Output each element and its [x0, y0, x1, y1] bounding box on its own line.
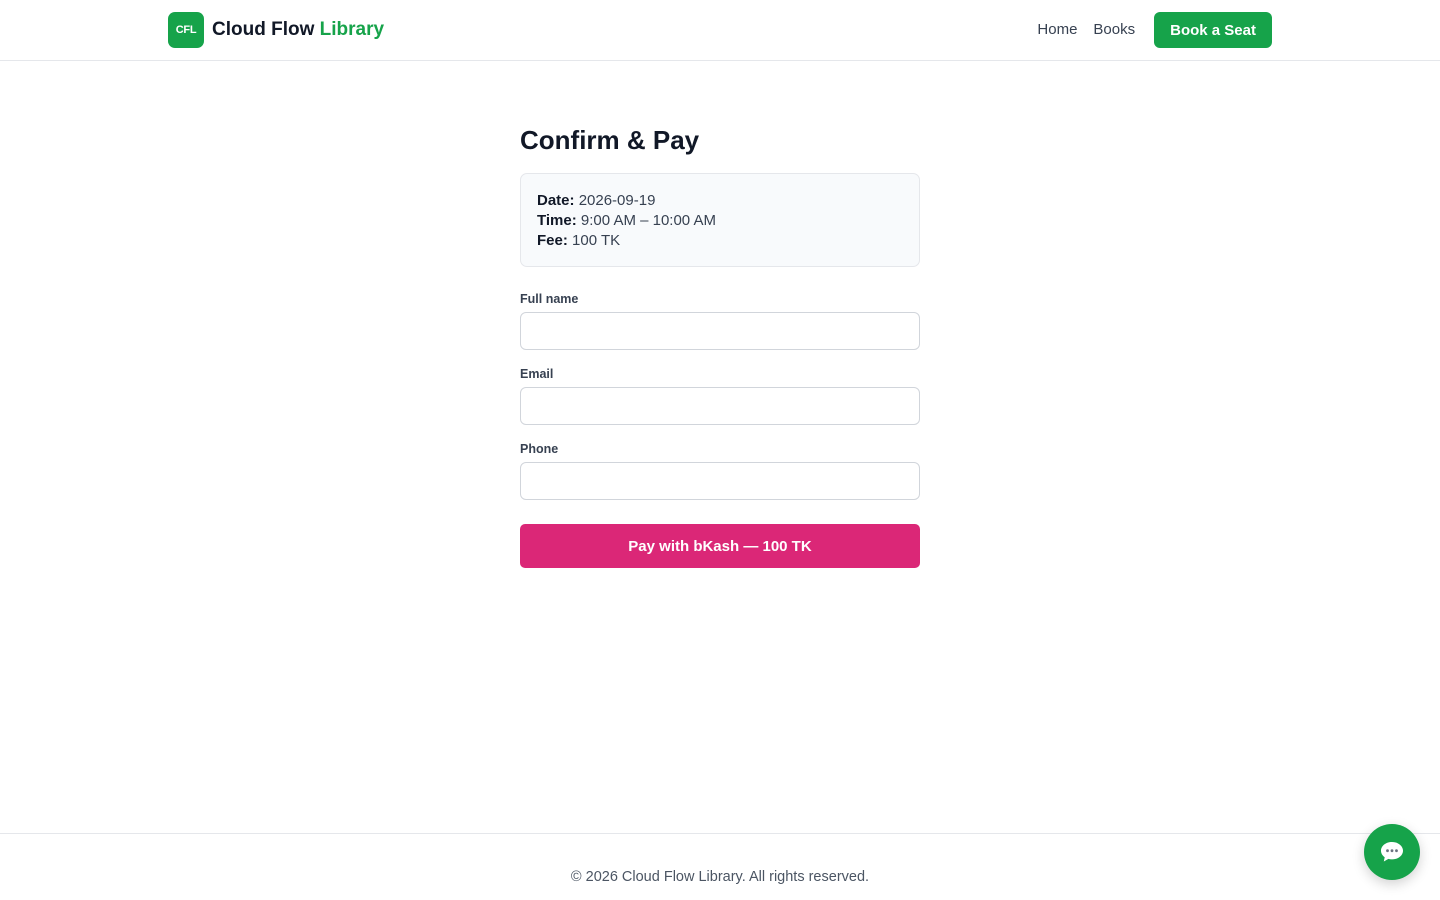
summary-date: Date: 2026-09-19	[537, 191, 903, 211]
phone-group: Phone	[520, 441, 920, 500]
site-footer: © 2026 Cloud Flow Library. All rights re…	[0, 833, 1440, 900]
checkout-main: Confirm & Pay Date: 2026-09-19 Time: 9:0…	[520, 124, 920, 568]
main-nav: Home Books Book a Seat	[1037, 12, 1272, 48]
full-name-group: Full name	[520, 291, 920, 350]
chat-button[interactable]	[1364, 824, 1420, 880]
summary-time: Time: 9:00 AM – 10:00 AM	[537, 211, 903, 231]
chat-bubble-icon	[1381, 842, 1403, 862]
summary-fee: Fee: 100 TK	[537, 231, 903, 251]
pay-with-bkash-button[interactable]: Pay with bKash — 100 TK	[520, 524, 920, 568]
brand-main: Cloud Flow	[212, 19, 315, 40]
footer-copyright: © 2026 Cloud Flow Library. All rights re…	[570, 869, 870, 885]
nav-home-link[interactable]: Home	[1037, 12, 1077, 48]
summary-fee-value: 100 TK	[572, 232, 621, 249]
book-a-seat-button[interactable]: Book a Seat	[1154, 12, 1272, 48]
brand-name[interactable]: Cloud Flow Library	[212, 17, 384, 43]
email-group: Email	[520, 366, 920, 425]
summary-date-label: Date:	[537, 192, 575, 209]
full-name-input[interactable]	[520, 312, 920, 350]
summary-fee-label: Fee:	[537, 232, 568, 249]
phone-label: Phone	[520, 442, 559, 456]
brand-accent: Library	[319, 19, 385, 40]
email-label: Email	[520, 367, 554, 381]
logo-badge[interactable]: CFL	[168, 12, 204, 48]
phone-input[interactable]	[520, 462, 920, 500]
nav-books-link[interactable]: Books	[1093, 12, 1135, 48]
site-header: CFL Cloud Flow Library Home Books Book a…	[0, 0, 1440, 61]
page-title: Confirm & Pay	[520, 125, 700, 155]
full-name-label: Full name	[520, 292, 579, 306]
email-input[interactable]	[520, 387, 920, 425]
booking-summary: Date: 2026-09-19 Time: 9:00 AM – 10:00 A…	[520, 173, 920, 267]
summary-time-value: 9:00 AM – 10:00 AM	[580, 212, 716, 229]
summary-date-value: 2026-09-19	[578, 192, 656, 209]
summary-time-label: Time:	[537, 212, 577, 229]
